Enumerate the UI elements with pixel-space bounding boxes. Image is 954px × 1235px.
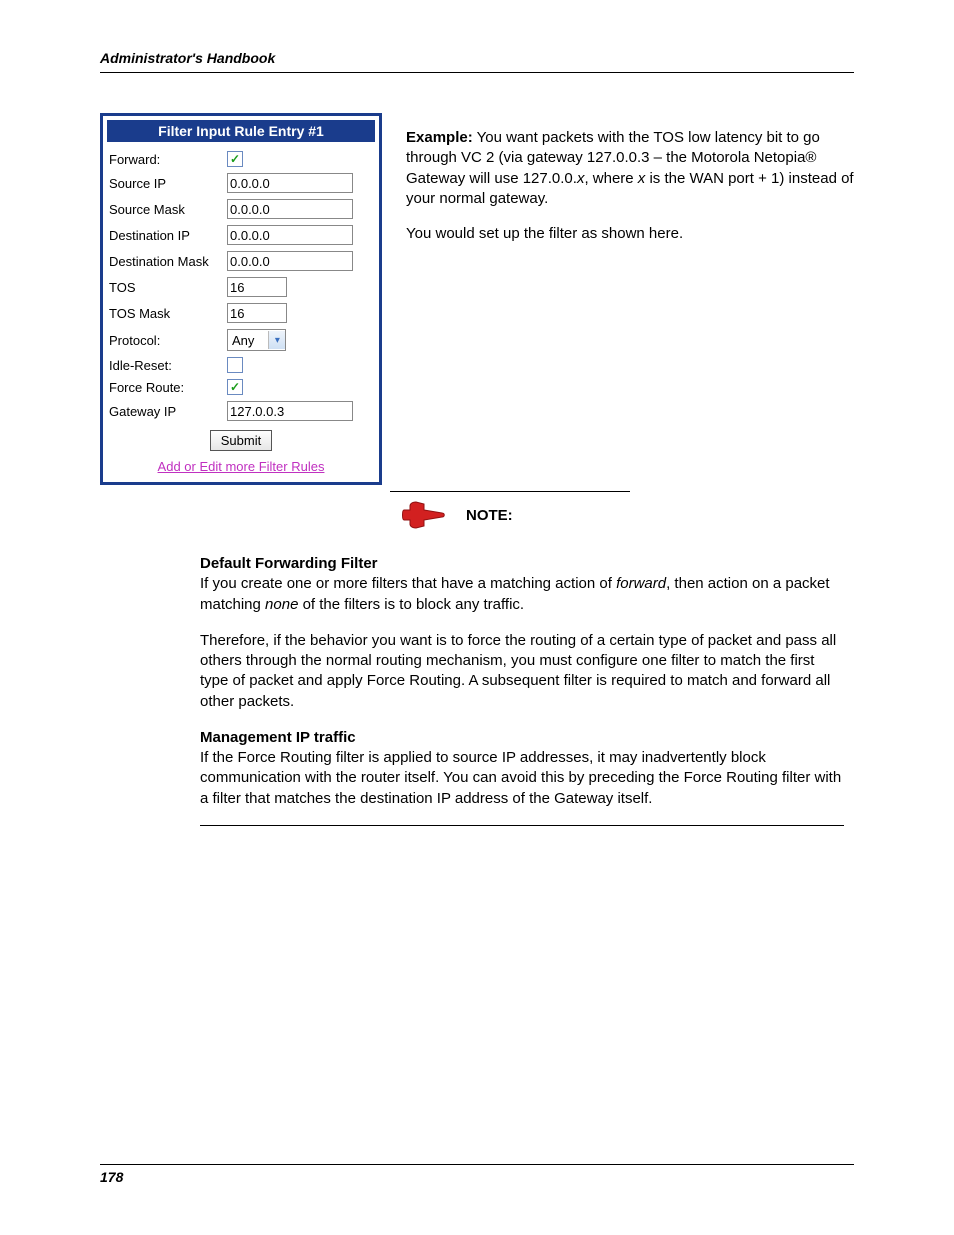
submit-button[interactable]: Submit [210,430,272,451]
divider-under-panel [390,491,630,492]
example-body1b: , where [584,170,637,187]
note-body: Default Forwarding Filter If you create … [100,554,854,826]
example-text-block: Example: You want packets with the TOS l… [406,113,854,259]
gateway-ip-input[interactable] [227,401,353,421]
row-gateway-ip: Gateway IP [103,398,379,424]
row-dest-ip: Destination IP [103,222,379,248]
tos-mask-label: TOS Mask [109,306,227,321]
row-forward: Forward: ✓ [103,148,379,170]
force-route-label: Force Route: [109,380,227,395]
note-label: NOTE: [466,507,513,524]
forward-checkbox[interactable]: ✓ [227,151,243,167]
pointing-hand-icon [400,500,446,530]
chevron-down-icon: ▾ [268,331,285,349]
force-route-checkbox[interactable]: ✓ [227,379,243,395]
tos-input[interactable] [227,277,287,297]
row-source-ip: Source IP [103,170,379,196]
dff-heading: Default Forwarding Filter [200,554,844,574]
header-title: Administrator's Handbook [100,50,275,66]
dff-em2: none [265,596,298,613]
dff-p1a: If you create one or more filters that h… [200,575,616,592]
source-mask-input[interactable] [227,199,353,219]
mip-heading: Management IP traffic [200,728,844,748]
dest-ip-input[interactable] [227,225,353,245]
dest-mask-label: Destination Mask [109,254,227,269]
protocol-select[interactable]: Any ▾ [227,329,286,351]
dff-em1: forward [616,575,666,592]
gateway-ip-label: Gateway IP [109,404,227,419]
row-dest-mask: Destination Mask [103,248,379,274]
source-ip-label: Source IP [109,176,227,191]
row-force-route: Force Route: ✓ [103,376,379,398]
page-header: Administrator's Handbook [100,50,854,73]
row-protocol: Protocol: Any ▾ [103,326,379,354]
idle-reset-checkbox[interactable] [227,357,243,373]
tos-label: TOS [109,280,227,295]
forward-label: Forward: [109,152,227,167]
dest-mask-input[interactable] [227,251,353,271]
page-footer: 178 [100,1164,854,1185]
source-mask-label: Source Mask [109,202,227,217]
dest-ip-label: Destination IP [109,228,227,243]
panel-title: Filter Input Rule Entry #1 [107,120,375,142]
example-lead: Example: [406,129,473,146]
filter-rule-panel: Filter Input Rule Entry #1 Forward: ✓ So… [100,113,382,485]
row-idle-reset: Idle-Reset: [103,354,379,376]
row-source-mask: Source Mask [103,196,379,222]
source-ip-input[interactable] [227,173,353,193]
row-tos-mask: TOS Mask [103,300,379,326]
mip-p1: If the Force Routing filter is applied t… [200,748,844,809]
example-body2: You would set up the filter as shown her… [406,224,854,244]
dff-p2: Therefore, if the behavior you want is t… [200,631,844,712]
tos-mask-input[interactable] [227,303,287,323]
page-number: 178 [100,1169,123,1185]
row-tos: TOS [103,274,379,300]
add-edit-rules-link[interactable]: Add or Edit more Filter Rules [158,459,325,474]
dff-p1c: of the filters is to block any traffic. [298,596,524,613]
divider-end-note [200,825,844,826]
idle-reset-label: Idle-Reset: [109,358,227,373]
protocol-value: Any [228,333,268,348]
protocol-label: Protocol: [109,333,227,348]
